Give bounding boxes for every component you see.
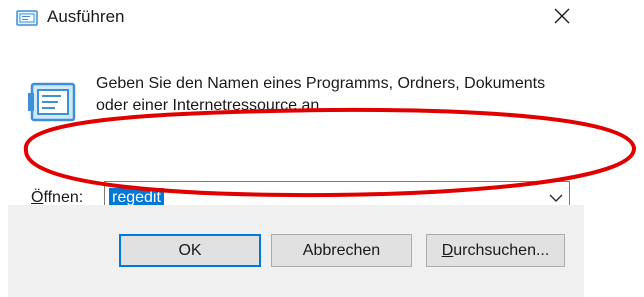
run-program-icon — [28, 81, 78, 123]
title-bar: Ausführen — [0, 0, 644, 36]
close-button[interactable] — [540, 2, 584, 34]
browse-button[interactable]: Durchsuchen... — [426, 234, 565, 267]
browse-label: urchsuchen... — [453, 241, 550, 259]
dialog-description: Geben Sie den Namen eines Programms, Ord… — [96, 75, 546, 114]
dialog-body: Geben Sie den Namen eines Programms, Ord… — [8, 40, 584, 213]
ok-button[interactable]: OK — [119, 234, 261, 267]
window-title: Ausführen — [47, 7, 125, 26]
cancel-button[interactable]: Abbrechen — [271, 234, 412, 267]
run-dialog-window: Ausführen Geben Sie den Namen eines Prog… — [0, 0, 644, 297]
button-bar: OK Abbrechen Durchsuchen... — [8, 205, 584, 297]
chevron-down-icon[interactable] — [549, 191, 563, 205]
run-dialog-icon — [16, 10, 38, 26]
open-label-text: ffnen: — [43, 189, 84, 206]
close-icon — [554, 8, 570, 29]
open-label-accelerator: Ö — [31, 189, 44, 206]
browse-accelerator: D — [441, 241, 454, 259]
